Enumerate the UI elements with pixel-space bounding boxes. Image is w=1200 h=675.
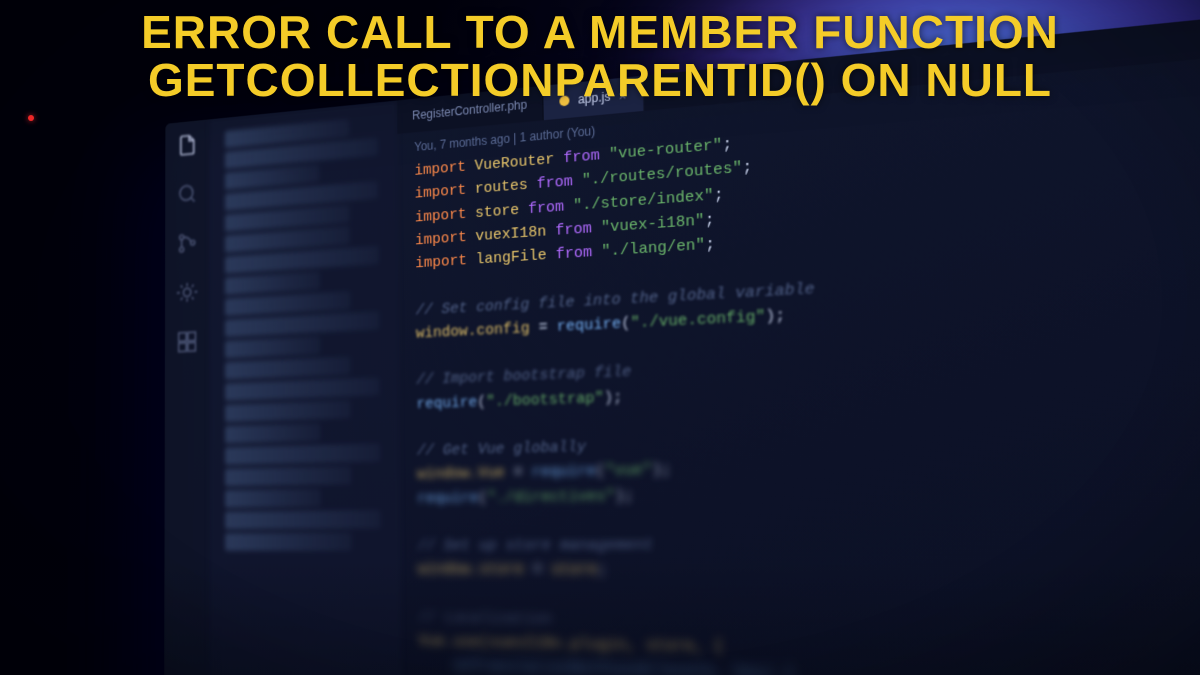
side-panel-item[interactable] (225, 443, 380, 464)
side-panel-item[interactable] (225, 400, 351, 422)
side-panel-item[interactable] (225, 533, 351, 551)
debug-icon[interactable] (176, 279, 198, 305)
code-comment: // Set up store management (418, 530, 1200, 559)
overlay-title: ERROR CALL TO A MEMBER FUNCTION GETCOLLE… (120, 8, 1080, 105)
explorer-icon[interactable] (176, 132, 198, 158)
source-control-icon[interactable] (176, 230, 198, 256)
side-panel-item[interactable] (225, 489, 321, 508)
side-panel-item[interactable] (225, 510, 380, 529)
activity-bar (164, 119, 210, 675)
search-icon[interactable] (176, 181, 198, 207)
side-panel-item[interactable] (225, 311, 379, 337)
title-line-1: ERROR CALL TO A MEMBER FUNCTION (120, 8, 1080, 56)
title-line-2: GETCOLLECTIONPARENTID() ON NULL (120, 56, 1080, 104)
code-block[interactable]: import VueRouter from "vue-router"; impo… (397, 76, 1200, 675)
side-panel-item[interactable] (225, 377, 379, 401)
side-panel-item[interactable] (225, 291, 350, 316)
stage: ERROR CALL TO A MEMBER FUNCTION GETCOLLE… (0, 0, 1200, 675)
side-panel-item[interactable] (225, 423, 320, 443)
extensions-icon[interactable] (176, 329, 198, 355)
side-panel-item[interactable] (225, 336, 320, 358)
side-panel-item[interactable] (225, 357, 350, 380)
side-panel (209, 100, 403, 675)
side-panel-item[interactable] (225, 466, 351, 486)
side-panel-item[interactable] (225, 272, 320, 295)
red-dot-decoration (28, 115, 34, 121)
